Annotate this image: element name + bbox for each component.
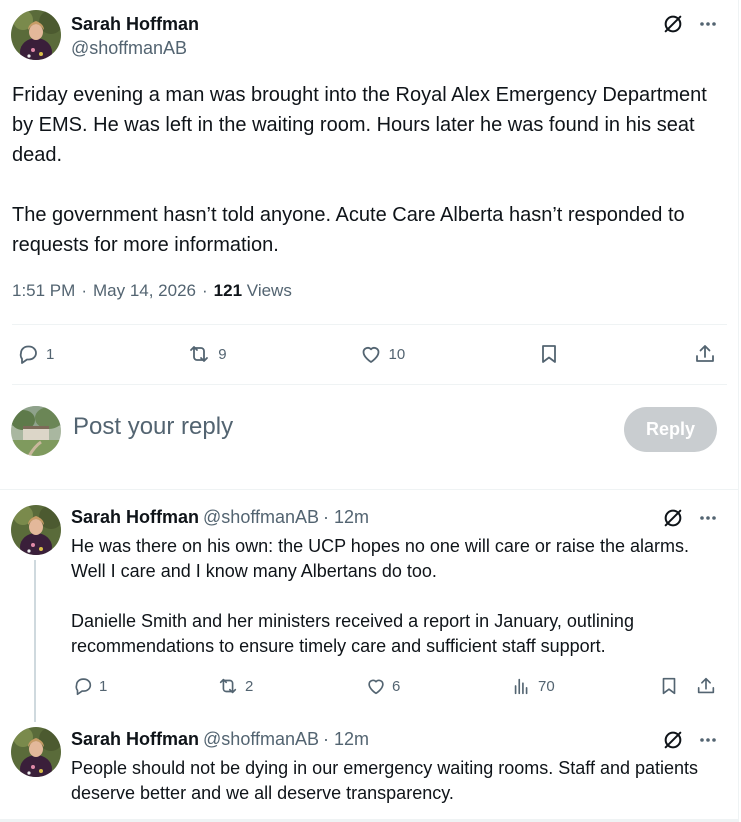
grok-icon[interactable] (662, 729, 684, 756)
reply-header: Sarah Hoffman @shoffmanAB · 12m (71, 729, 369, 750)
more-icon[interactable] (698, 14, 718, 34)
reply-actions: 1 2 6 70 (72, 674, 719, 698)
repost-action[interactable]: 9 (186, 342, 227, 366)
reply-button[interactable]: Reply (624, 407, 717, 452)
author-name[interactable]: Sarah Hoffman (71, 507, 199, 528)
thread-line (34, 560, 36, 722)
author-avatar[interactable] (11, 727, 61, 777)
author-name[interactable]: Sarah Hoffman (71, 13, 199, 35)
repost-count: 9 (218, 345, 227, 363)
divider (0, 489, 738, 490)
tweet-actions: 1 9 10 (16, 338, 717, 370)
author-handle[interactable]: @shoffmanAB (203, 507, 319, 528)
bookmark-icon (537, 342, 561, 366)
repost-icon (186, 342, 212, 366)
divider (12, 324, 727, 325)
share-action[interactable] (695, 675, 717, 697)
author-name[interactable]: Sarah Hoffman (71, 729, 199, 750)
share-icon (693, 342, 717, 366)
viewer-avatar[interactable] (11, 406, 61, 456)
post-age[interactable]: · 12m (323, 507, 369, 528)
views-count: 70 (538, 677, 555, 695)
share-icon (695, 675, 717, 697)
grok-icon[interactable] (662, 13, 684, 35)
like-action[interactable]: 6 (365, 675, 400, 697)
reply-icon (72, 675, 94, 697)
author-avatar[interactable] (11, 10, 61, 60)
reply-paragraph: He was there on his own: the UCP hopes n… (71, 536, 689, 581)
author-avatar[interactable] (11, 505, 61, 555)
more-icon[interactable] (698, 508, 718, 533)
tweet-header-icons (662, 13, 718, 35)
bookmark-icon (658, 675, 680, 697)
tweet-time[interactable]: 1:51 PM (12, 281, 75, 301)
reply-paragraph: People should not be dying in our emerge… (71, 758, 699, 803)
share-action[interactable] (693, 342, 717, 366)
views-label: Views (246, 281, 292, 300)
repost-count: 2 (245, 677, 254, 695)
tweet-paragraph: The government hasn’t told anyone. Acute… (12, 204, 685, 256)
more-icon[interactable] (698, 730, 718, 755)
reply-header-icons (662, 507, 718, 534)
like-count: 6 (392, 677, 401, 695)
bookmark-action[interactable] (658, 675, 680, 697)
reply-input[interactable]: Post your reply (73, 413, 233, 441)
views-count: 121 (213, 281, 243, 300)
page-border (738, 0, 739, 822)
tweet-text: Friday evening a man was brought into th… (12, 80, 727, 260)
meta-separator: · (81, 281, 87, 300)
meta-separator: · (202, 281, 208, 300)
reply-text: He was there on his own: the UCP hopes n… (71, 534, 721, 659)
reply-header-icons (662, 729, 718, 756)
repost-icon (216, 675, 240, 697)
divider (12, 384, 727, 385)
post-age[interactable]: · 12m (323, 729, 369, 750)
author-handle[interactable]: @shoffmanAB (203, 729, 319, 750)
repost-action[interactable]: 2 (216, 675, 253, 697)
author-block: Sarah Hoffman @shoffmanAB (71, 13, 199, 59)
author-handle[interactable]: @shoffmanAB (71, 37, 199, 59)
reply-icon (16, 342, 40, 366)
like-icon (359, 342, 383, 366)
like-count: 10 (388, 345, 406, 363)
views-icon (511, 675, 533, 697)
tweet-paragraph: Friday evening a man was brought into th… (12, 84, 707, 166)
grok-icon[interactable] (662, 507, 684, 534)
views-action[interactable]: 70 (511, 675, 555, 697)
like-action[interactable]: 10 (359, 342, 406, 366)
reply-paragraph: Danielle Smith and her ministers receive… (71, 611, 634, 656)
reply-count: 1 (46, 345, 55, 363)
bookmark-action[interactable] (537, 342, 561, 366)
reply-header: Sarah Hoffman @shoffmanAB · 12m (71, 507, 369, 528)
tweet-date[interactable]: May 14, 2026 (93, 281, 196, 301)
tweet-meta: 1:51 PM · May 14, 2026 · 121 Views (12, 281, 292, 301)
reply-text: People should not be dying in our emerge… (71, 756, 721, 806)
like-icon (365, 675, 387, 697)
reply-count: 1 (99, 677, 108, 695)
reply-action[interactable]: 1 (16, 342, 54, 366)
reply-action[interactable]: 1 (72, 675, 107, 697)
